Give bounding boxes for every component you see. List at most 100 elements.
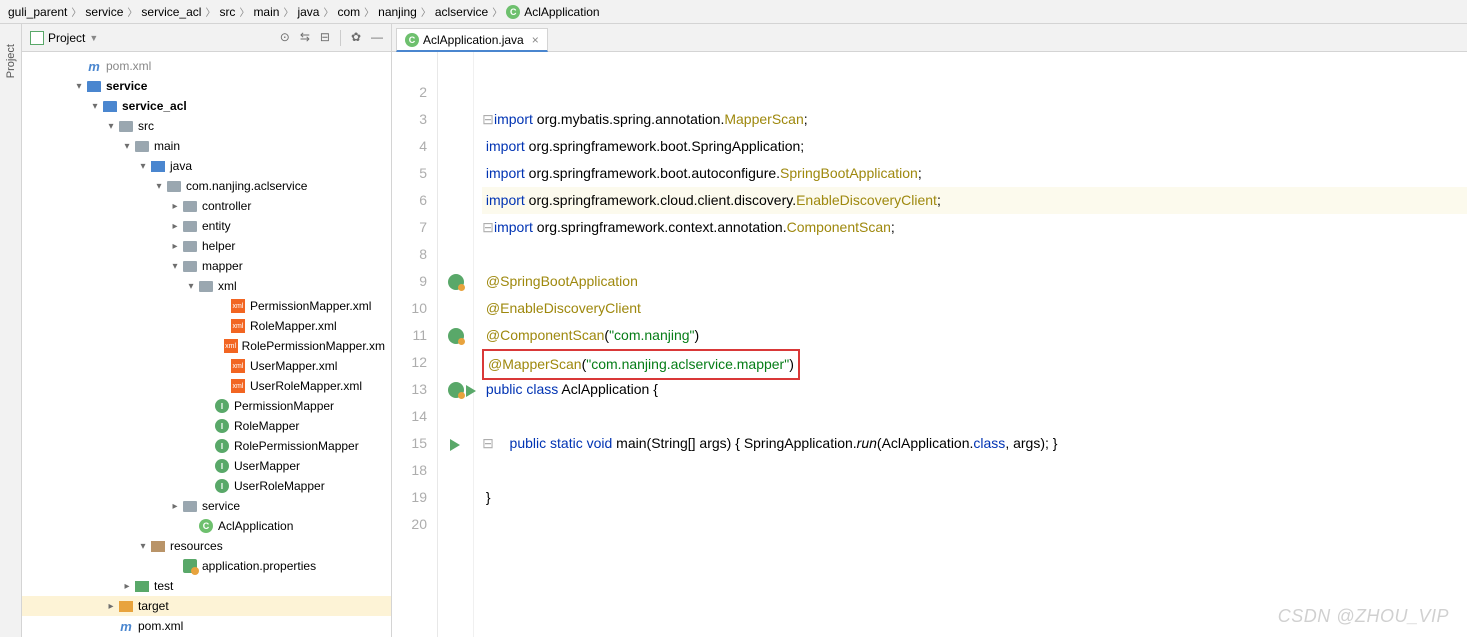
- project-tool-tab[interactable]: Project: [0, 24, 22, 637]
- class-icon: C: [506, 5, 520, 19]
- crumb-0[interactable]: guli_parent: [8, 5, 67, 19]
- tree-item[interactable]: xmlPermissionMapper.xml: [22, 296, 391, 316]
- tree-item[interactable]: mpom.xml: [22, 616, 391, 636]
- prop-icon: [182, 558, 198, 574]
- run-icon[interactable]: [466, 385, 476, 397]
- tab-aclapplication[interactable]: C AclApplication.java ×: [396, 28, 548, 52]
- crumb-7[interactable]: nanjing: [378, 5, 417, 19]
- fold-icon[interactable]: ⊟: [482, 106, 494, 133]
- tree-item[interactable]: xmlRolePermissionMapper.xm: [22, 336, 391, 356]
- crumb-6[interactable]: com: [337, 5, 360, 19]
- tree-arrow-icon[interactable]: ▾: [72, 81, 86, 92]
- gear-icon[interactable]: ✿: [351, 30, 361, 46]
- tree-item[interactable]: IRolePermissionMapper: [22, 436, 391, 456]
- tree-item[interactable]: ▸controller: [22, 196, 391, 216]
- tree-arrow-icon[interactable]: ▸: [168, 241, 182, 252]
- tree-item[interactable]: xmlUserMapper.xml: [22, 356, 391, 376]
- tree-item[interactable]: ▸entity: [22, 216, 391, 236]
- tree-label: pom.xml: [138, 619, 183, 633]
- tree-label: RolePermissionMapper.xm: [242, 339, 385, 353]
- tree-item[interactable]: xml RoleMapper.xml: [22, 316, 391, 336]
- crumb-2[interactable]: service_acl: [141, 5, 201, 19]
- tree-item[interactable]: IUserMapper: [22, 456, 391, 476]
- tree-item[interactable]: IUserRoleMapper: [22, 476, 391, 496]
- tree-label: src: [138, 119, 154, 133]
- crumb-3[interactable]: src: [219, 5, 235, 19]
- xml-icon: xml: [230, 318, 246, 334]
- tree-arrow-icon[interactable]: ▾: [88, 101, 102, 112]
- tree-arrow-icon[interactable]: ▾: [136, 161, 150, 172]
- tree-item[interactable]: ▾ main: [22, 136, 391, 156]
- tree-label: UserMapper.xml: [250, 359, 337, 373]
- tree-item[interactable]: ▾resources: [22, 536, 391, 556]
- tree-arrow-icon[interactable]: ▸: [168, 221, 182, 232]
- collapse-icon[interactable]: ⊟: [320, 30, 330, 46]
- tree-item[interactable]: ▸test: [22, 576, 391, 596]
- tree-label: xml: [218, 279, 237, 293]
- tree-arrow-icon[interactable]: ▾: [184, 281, 198, 292]
- crumb-8[interactable]: aclservice: [435, 5, 488, 19]
- tree-label: PermissionMapper: [234, 399, 334, 413]
- tree-item[interactable]: xmlUserRoleMapper.xml: [22, 376, 391, 396]
- expand-icon[interactable]: ⇆: [300, 30, 310, 46]
- breadcrumb: guli_parent〉 service〉 service_acl〉 src〉 …: [0, 0, 1467, 24]
- tree-item[interactable]: IRoleMapper: [22, 416, 391, 436]
- tree-arrow-icon[interactable]: ▾: [168, 261, 182, 272]
- tree-item[interactable]: ▾com.nanjing.aclservice: [22, 176, 391, 196]
- project-tree[interactable]: mpom.xml▾service▾service_acl▾src▾main▾ja…: [22, 52, 391, 637]
- tree-arrow-icon[interactable]: ▸: [120, 581, 134, 592]
- tree-label: RoleMapper: [234, 419, 299, 433]
- run-icon[interactable]: [450, 439, 460, 451]
- hide-icon[interactable]: —: [371, 30, 383, 46]
- spring-bean-icon[interactable]: [448, 382, 464, 398]
- tree-item[interactable]: ▾ service_acl: [22, 96, 391, 116]
- folder-gray-icon: [182, 238, 198, 254]
- tree-item[interactable]: ▸helper: [22, 236, 391, 256]
- tree-item[interactable]: ▾service: [22, 76, 391, 96]
- tree-label: AclApplication: [218, 519, 293, 533]
- spring-bean-icon[interactable]: [448, 274, 464, 290]
- tree-arrow-icon[interactable]: ▾: [120, 141, 134, 152]
- crumb-1[interactable]: service: [85, 5, 123, 19]
- tree-item[interactable]: ▾java: [22, 156, 391, 176]
- tab-label: AclApplication.java: [423, 33, 524, 47]
- tree-arrow-icon[interactable]: ▸: [168, 201, 182, 212]
- folder-res-icon: [150, 538, 166, 554]
- code-body[interactable]: ⊟import org.mybatis.spring.annotation.Ma…: [474, 52, 1467, 637]
- crumb-9[interactable]: AclApplication: [524, 5, 599, 19]
- tree-arrow-icon[interactable]: ▾: [152, 181, 166, 192]
- spring-bean-icon[interactable]: [448, 328, 464, 344]
- tree-item[interactable]: ▾mapper: [22, 256, 391, 276]
- tree-item[interactable]: application.properties: [22, 556, 391, 576]
- tree-item[interactable]: ▸target: [22, 596, 391, 616]
- java-icon: I: [214, 458, 230, 474]
- chevron-icon: 〉: [421, 4, 431, 19]
- tree-item[interactable]: mpom.xml: [22, 56, 391, 76]
- code-editor[interactable]: 23456789101112131415181920 ⊟import org.m…: [392, 52, 1467, 637]
- crumb-4[interactable]: main: [253, 5, 279, 19]
- tree-item[interactable]: ▸service: [22, 496, 391, 516]
- tree-label: main: [154, 139, 180, 153]
- locate-icon[interactable]: ⊙: [280, 30, 290, 46]
- tree-arrow-icon[interactable]: ▸: [168, 501, 182, 512]
- tree-arrow-icon[interactable]: ▾: [104, 121, 118, 132]
- close-icon[interactable]: ×: [532, 33, 539, 47]
- fold-icon[interactable]: ⊟: [482, 430, 494, 457]
- xml-icon: xml: [230, 378, 246, 394]
- tree-label: RoleMapper.xml: [250, 319, 337, 333]
- crumb-5[interactable]: java: [297, 5, 319, 19]
- tree-label: UserRoleMapper: [234, 479, 325, 493]
- tree-item[interactable]: IPermissionMapper: [22, 396, 391, 416]
- folder-blue-icon: [102, 98, 118, 114]
- java-icon: I: [214, 438, 230, 454]
- tree-item[interactable]: CAclApplication: [22, 516, 391, 536]
- tree-item[interactable]: ▾ xml: [22, 276, 391, 296]
- tree-label: service_acl: [122, 99, 187, 113]
- fold-icon[interactable]: ⊟: [482, 214, 494, 241]
- folder-src-icon: [150, 158, 166, 174]
- folder-gray-icon: [182, 258, 198, 274]
- tree-item[interactable]: ▾ src: [22, 116, 391, 136]
- editor-tabs: C AclApplication.java ×: [392, 24, 1467, 52]
- tree-arrow-icon[interactable]: ▾: [136, 541, 150, 552]
- tree-arrow-icon[interactable]: ▸: [104, 601, 118, 612]
